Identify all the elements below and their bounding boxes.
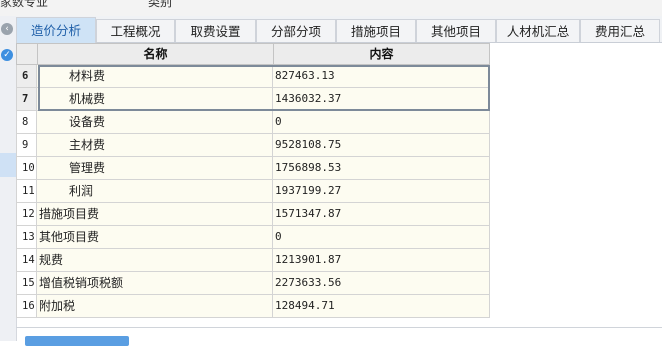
row-name[interactable]: 措施项目费 (37, 203, 273, 226)
row-name[interactable]: 管理费 (37, 157, 273, 180)
top-mid-label: 类别 (148, 0, 173, 9)
row-name[interactable]: 机械费 (37, 88, 273, 111)
row-value[interactable]: 1756898.53 (273, 157, 490, 180)
row-number: 7 (16, 88, 37, 111)
row-number: 13 (16, 226, 37, 249)
row-value[interactable]: 0 (273, 111, 490, 134)
row-number: 15 (16, 272, 37, 295)
table-row[interactable]: 12 措施项目费 1571347.87 (16, 203, 490, 226)
table-row[interactable]: 7 机械费 1436032.37 (16, 88, 490, 111)
row-value[interactable]: 9528108.75 (273, 134, 490, 157)
tab-fee-settings[interactable]: 取费设置 (175, 19, 256, 42)
row-name[interactable]: 附加税 (37, 295, 273, 318)
row-number: 16 (16, 295, 37, 318)
left-rail: ‹ ✓ (0, 16, 17, 341)
table-row[interactable]: 13 其他项目费 0 (16, 226, 490, 249)
row-name[interactable]: 材料费 (37, 65, 273, 88)
row-number: 8 (16, 111, 37, 134)
tab-sub-items[interactable]: 分部分项 (256, 19, 336, 42)
table-row[interactable]: 14 规费 1213901.87 (16, 249, 490, 272)
header-corner (16, 43, 38, 65)
row-name[interactable]: 其他项目费 (37, 226, 273, 249)
check-icon[interactable]: ✓ (1, 49, 13, 61)
cost-analysis-grid: 名称 内容 6 材料费 827463.13 7 机械费 1436032.37 8… (16, 43, 490, 321)
tab-measures[interactable]: 措施项目 (336, 19, 416, 42)
row-value[interactable]: 1571347.87 (273, 203, 490, 226)
top-strip: 家数专业 类别 (0, 0, 662, 16)
row-number: 14 (16, 249, 37, 272)
row-name[interactable]: 设备费 (37, 111, 273, 134)
table-row[interactable]: 16 附加税 128494.71 (16, 295, 490, 318)
row-value[interactable]: 1937199.27 (273, 180, 490, 203)
row-value[interactable]: 2273633.56 (273, 272, 490, 295)
row-value[interactable]: 0 (273, 226, 490, 249)
table-row[interactable]: 10 管理费 1756898.53 (16, 157, 490, 180)
header-value[interactable]: 内容 (273, 43, 490, 65)
row-number: 9 (16, 134, 37, 157)
table-row[interactable]: 9 主材费 9528108.75 (16, 134, 490, 157)
row-number: 10 (16, 157, 37, 180)
rail-selection (0, 153, 16, 177)
tab-project-overview[interactable]: 工程概况 (96, 19, 175, 42)
tab-labor-material-summary[interactable]: 人材机汇总 (496, 19, 580, 42)
row-number: 12 (16, 203, 37, 226)
header-name[interactable]: 名称 (37, 43, 274, 65)
tab-fee-summary[interactable]: 费用汇总 (580, 19, 660, 42)
collapse-icon[interactable]: ‹ (1, 23, 13, 35)
row-name[interactable]: 利润 (37, 180, 273, 203)
row-value[interactable]: 128494.71 (273, 295, 490, 318)
bottom-button[interactable] (25, 336, 129, 346)
row-number: 6 (16, 65, 37, 88)
table-row[interactable]: 11 利润 1937199.27 (16, 180, 490, 203)
row-value[interactable]: 1213901.87 (273, 249, 490, 272)
row-name[interactable]: 主材费 (37, 134, 273, 157)
table-row[interactable]: 8 设备费 0 (16, 111, 490, 134)
row-number: 11 (16, 180, 37, 203)
bottom-divider (16, 327, 662, 328)
row-name[interactable]: 规费 (37, 249, 273, 272)
row-value[interactable]: 1436032.37 (273, 88, 490, 111)
top-left-label: 家数专业 (0, 0, 49, 9)
table-row[interactable]: 15 增值税销项税额 2273633.56 (16, 272, 490, 295)
tab-other-items[interactable]: 其他项目 (416, 19, 496, 42)
table-row[interactable]: 6 材料费 827463.13 (16, 65, 490, 88)
tab-bar: 造价分析 工程概况 取费设置 分部分项 措施项目 其他项目 人材机汇总 费用汇总 (16, 16, 662, 43)
row-name[interactable]: 增值税销项税额 (37, 272, 273, 295)
row-value[interactable]: 827463.13 (273, 65, 490, 88)
tab-cost-analysis[interactable]: 造价分析 (16, 17, 96, 43)
